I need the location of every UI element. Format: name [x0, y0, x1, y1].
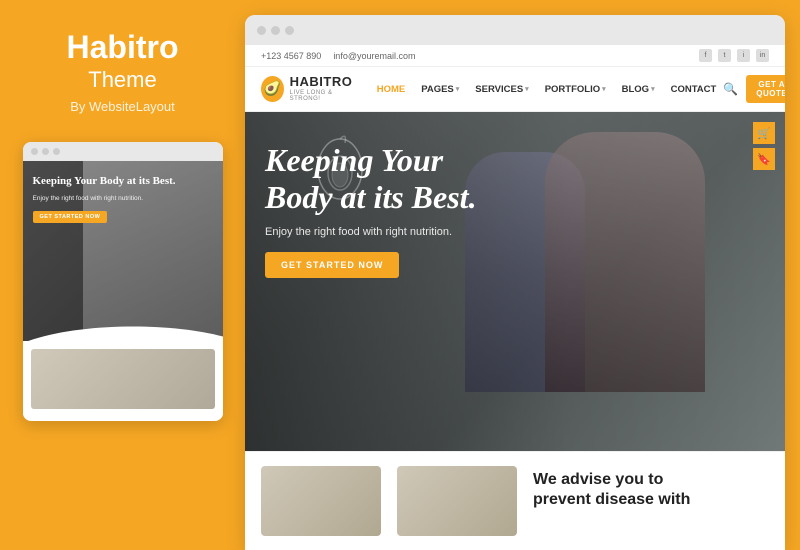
facebook-icon[interactable]: f — [699, 49, 712, 62]
mini-hero-subtext: Enjoy the right food with right nutritio… — [33, 194, 213, 203]
browser-chrome-bar — [245, 15, 785, 45]
hero-content: Keeping Your Body at its Best. Enjoy the… — [245, 112, 785, 308]
bottom-section: We advise you to prevent disease with — [245, 451, 785, 550]
logo-text-wrap: HABITRO LIVE LONG & STRONG! — [290, 75, 356, 102]
mini-wave-divider — [23, 321, 223, 341]
bottom-heading-line2: prevent disease with — [533, 491, 690, 508]
pages-arrow-icon: ▾ — [456, 85, 460, 93]
mini-bottom-image — [31, 349, 215, 409]
mini-cta-button[interactable]: GET STARTED NOW — [33, 211, 108, 223]
mini-hero-text: Keeping Your Body at its Best. Enjoy the… — [23, 161, 223, 223]
mini-dot-3 — [53, 148, 60, 155]
logo-tagline: LIVE LONG & STRONG! — [290, 90, 356, 103]
mini-browser-content: Keeping Your Body at its Best. Enjoy the… — [23, 161, 223, 421]
mini-dot-1 — [31, 148, 38, 155]
twitter-icon[interactable]: t — [718, 49, 731, 62]
hero-heading: Keeping Your Body at its Best. — [265, 142, 605, 216]
browser-dot-3 — [285, 26, 294, 35]
topbar-phone: +123 4567 890 — [261, 51, 321, 61]
logo-icon: 🥑 — [261, 76, 284, 102]
mini-browser-preview: Keeping Your Body at its Best. Enjoy the… — [23, 142, 223, 421]
mini-hero-heading: Keeping Your Body at its Best. — [33, 175, 213, 189]
mini-hero-section: Keeping Your Body at its Best. Enjoy the… — [23, 161, 223, 341]
hero-heading-line1: Keeping Your — [265, 142, 443, 178]
search-icon[interactable]: 🔍 — [723, 82, 738, 96]
left-panel: Habitro Theme By WebsiteLayout Keeping Y… — [0, 0, 245, 550]
bookmark-icon[interactable]: 🔖 — [753, 148, 775, 170]
bottom-text-block: We advise you to prevent disease with — [533, 466, 769, 536]
nav-item-portfolio[interactable]: PORTFOLIO ▾ — [538, 80, 613, 99]
hero-section: 🛒 🔖 Keeping Your Body at its Best. Enjoy… — [245, 112, 785, 451]
services-arrow-icon: ▾ — [525, 85, 529, 93]
brand-by: By WebsiteLayout — [70, 99, 175, 114]
instagram-icon[interactable]: i — [737, 49, 750, 62]
portfolio-arrow-icon: ▾ — [602, 85, 606, 93]
logo-emoji: 🥑 — [264, 80, 281, 97]
linkedin-icon[interactable]: in — [756, 49, 769, 62]
site-topbar: +123 4567 890 info@youremail.com f t i i… — [245, 45, 785, 67]
nav-items: HOME PAGES ▾ SERVICES ▾ PORTFOLIO ▾ BLOG… — [370, 80, 724, 99]
site-navbar: 🥑 HABITRO LIVE LONG & STRONG! HOME PAGES… — [245, 67, 785, 112]
navbar-logo[interactable]: 🥑 HABITRO LIVE LONG & STRONG! — [261, 75, 356, 102]
bottom-heading-line1: We advise you to — [533, 471, 663, 488]
topbar-email: info@youremail.com — [333, 51, 415, 61]
navbar-actions: 🔍 GET A QUOTE — [723, 75, 785, 103]
shopping-cart-icon[interactable]: 🛒 — [753, 122, 775, 144]
nav-item-services[interactable]: SERVICES ▾ — [468, 80, 535, 99]
browser-dot-2 — [271, 26, 280, 35]
bottom-heading: We advise you to prevent disease with — [533, 470, 769, 510]
cart-icon-group: 🛒 🔖 — [753, 122, 775, 170]
brand-title: Habitro — [67, 30, 179, 65]
topbar-social-icons: f t i in — [699, 49, 769, 62]
nav-item-pages[interactable]: PAGES ▾ — [414, 80, 466, 99]
browser-dot-1 — [257, 26, 266, 35]
topbar-left: +123 4567 890 info@youremail.com — [261, 51, 415, 61]
hero-subtext: Enjoy the right food with right nutritio… — [265, 226, 765, 238]
bottom-thumbnail-1 — [261, 466, 381, 536]
mini-browser-bar — [23, 142, 223, 161]
mini-bottom-section — [23, 341, 223, 417]
get-quote-button[interactable]: GET A QUOTE — [746, 75, 785, 103]
nav-item-contact[interactable]: CONTACT — [664, 80, 724, 99]
nav-item-blog[interactable]: BLOG ▾ — [615, 80, 662, 99]
logo-name: HABITRO — [290, 75, 356, 89]
right-browser-panel: +123 4567 890 info@youremail.com f t i i… — [245, 15, 785, 550]
nav-item-home[interactable]: HOME — [370, 80, 413, 99]
hero-heading-line2: Body at its Best. — [265, 179, 477, 215]
hero-cta-button[interactable]: GET STARTED NOW — [265, 252, 399, 278]
bottom-thumbnail-2 — [397, 466, 517, 536]
brand-subtitle: Theme — [88, 67, 156, 93]
blog-arrow-icon: ▾ — [651, 85, 655, 93]
mini-dot-2 — [42, 148, 49, 155]
